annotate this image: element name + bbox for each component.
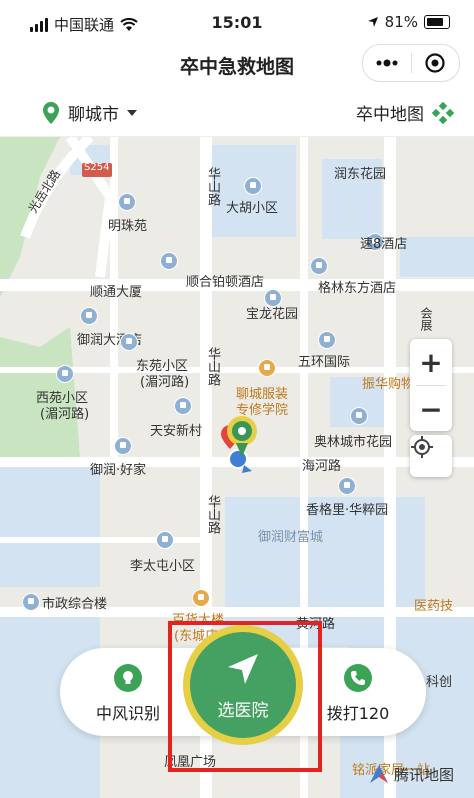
locate-icon xyxy=(411,436,433,458)
map-label-xiangge: 香格里·华粹园 xyxy=(306,503,389,518)
poi-icon xyxy=(318,331,336,349)
tencent-logo-icon xyxy=(370,765,388,783)
map-label-aoti: 奥林城市花园 xyxy=(314,435,393,450)
poi-icon xyxy=(118,193,136,211)
target-icon xyxy=(425,53,445,73)
poi-icon xyxy=(156,531,174,549)
poi-icon xyxy=(160,252,178,270)
location-arrow-icon xyxy=(367,17,378,27)
map-label-xiyuan2: (湄河路) xyxy=(40,407,90,422)
select-hospital-label: 选医院 xyxy=(217,700,269,721)
map-label-shunhe: 顺合铂顿酒店 xyxy=(186,275,265,290)
map-label-yurun-haojia: 御润·好家 xyxy=(90,463,147,478)
minus-icon: − xyxy=(419,392,443,426)
lightbulb-icon xyxy=(114,664,142,692)
map-label-kejian: 科创 xyxy=(426,675,453,690)
poi-icon xyxy=(80,307,98,325)
map-label-fenghuang: 凤凰广场 xyxy=(164,755,217,770)
poi-icon xyxy=(192,589,210,607)
nav-bar: 卒中急救地图 xyxy=(0,44,474,88)
zoom-in-button[interactable]: + xyxy=(410,339,452,385)
map-label-huizhan: 会展 xyxy=(419,307,433,331)
call-120-label: 拨打120 xyxy=(326,704,390,723)
map-label-huashan-low: 华山路 xyxy=(205,495,220,534)
map-label-huashan-mid: 华山路 xyxy=(205,347,220,386)
map-label-wuhuan: 五环国际 xyxy=(298,355,351,370)
select-hospital-button[interactable]: 选医院 xyxy=(183,625,303,745)
map-label-su8: 速8酒店 xyxy=(360,237,408,252)
close-program-button[interactable] xyxy=(412,45,460,81)
stroke-id-button[interactable]: 中风识别 xyxy=(78,664,178,724)
map-label-litai: 李太屯小区 xyxy=(130,559,196,574)
zoom-control: + − xyxy=(410,339,452,431)
map-label-gelin: 格林东方酒店 xyxy=(318,281,397,296)
map-diamonds-icon xyxy=(432,101,454,124)
poi-icon xyxy=(174,397,192,415)
stroke-id-label: 中风识别 xyxy=(95,704,160,723)
more-dots-icon xyxy=(376,59,398,67)
tencent-map-logo: 腾讯地图 xyxy=(368,763,454,785)
poi-icon xyxy=(120,333,138,351)
city-selector[interactable]: 聊城市 xyxy=(42,100,137,125)
poi-icon xyxy=(338,477,356,495)
stroke-map-label: 卒中地图 xyxy=(356,105,424,125)
plus-icon: + xyxy=(419,345,443,379)
navigate-arrow-icon xyxy=(228,653,258,684)
map-label-haihe: 海河路 xyxy=(302,459,342,474)
map-label-huanghe: 黄河路 xyxy=(296,617,336,632)
map-label-zhenhua: 振华购物 xyxy=(362,377,415,392)
status-bar: 中国联通 15:01 81% xyxy=(0,0,474,44)
map-label-runnong: 润东花园 xyxy=(334,167,387,182)
poi-icon xyxy=(244,177,262,195)
map-label-yurun-caifu: 御润财富城 xyxy=(258,530,324,545)
map-label-s254: S254 xyxy=(84,162,110,173)
battery-icon xyxy=(424,15,450,29)
chevron-down-icon xyxy=(127,109,137,116)
phone-icon xyxy=(344,664,372,692)
city-name: 聊城市 xyxy=(68,105,119,125)
more-button[interactable] xyxy=(363,45,411,81)
map-label-shuntong: 顺通大厦 xyxy=(90,285,143,300)
tencent-map-label: 腾讯地图 xyxy=(394,765,455,784)
map-label-shizheng: 市政综合楼 xyxy=(42,597,108,612)
poi-icon xyxy=(350,407,368,425)
mini-program-capsule xyxy=(362,44,460,82)
map-label-school2: 专修学院 xyxy=(236,403,289,418)
map-label-yaodian: 医药技 xyxy=(414,599,454,614)
map-label-dongyuan2: (湄河路) xyxy=(140,375,190,390)
call-120-button[interactable]: 拨打120 xyxy=(308,664,408,724)
zoom-out-button[interactable]: − xyxy=(410,386,452,432)
status-right: 81% xyxy=(367,13,450,31)
map-label-baolong: 宝龙花园 xyxy=(246,307,299,322)
poi-icon xyxy=(310,257,328,275)
stroke-map-link[interactable]: 卒中地图 xyxy=(356,100,454,125)
map-label-dahu: 大胡小区 xyxy=(226,201,279,216)
poi-icon xyxy=(114,437,132,455)
poi-icon xyxy=(22,593,40,611)
map-label-huashan-top: 华山路 xyxy=(205,167,220,206)
map-label-tianan: 天安新村 xyxy=(150,424,203,439)
city-bar: 聊城市 卒中地图 xyxy=(0,88,474,137)
location-pin-icon xyxy=(43,101,59,124)
poi-icon xyxy=(258,359,276,377)
poi-icon xyxy=(56,365,74,383)
locate-button[interactable] xyxy=(410,435,452,477)
map-label-mingzhu: 明珠苑 xyxy=(108,219,148,234)
battery-percent: 81% xyxy=(384,13,418,31)
